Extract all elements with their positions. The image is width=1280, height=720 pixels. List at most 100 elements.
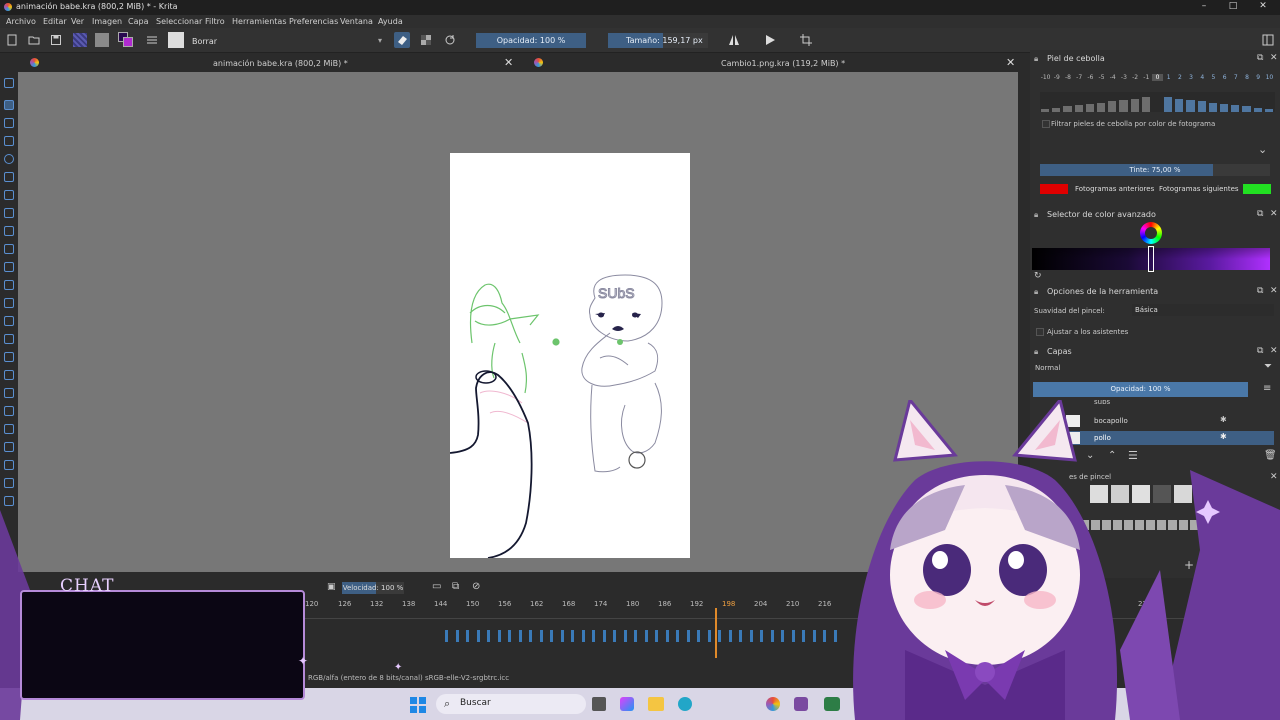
measure-tool-icon[interactable]: [4, 424, 14, 434]
brush-smoothing-select[interactable]: Básica: [1132, 304, 1274, 316]
file-explorer-icon[interactable]: [648, 697, 664, 711]
onion-frame-number[interactable]: -2: [1130, 74, 1141, 81]
selection-tool-icon[interactable]: [4, 460, 14, 470]
edge-browser-icon[interactable]: [678, 697, 692, 711]
playhead[interactable]: [715, 608, 717, 658]
keyframe[interactable]: [623, 630, 627, 642]
frame-number[interactable]: 192: [690, 600, 703, 608]
keyframe[interactable]: [802, 630, 805, 642]
krita-taskbar-icon[interactable]: [766, 697, 780, 711]
move-tool-icon[interactable]: [4, 298, 14, 308]
ellipse-tool-icon[interactable]: [4, 154, 14, 164]
menu-preferencias[interactable]: Preferencias: [289, 17, 338, 26]
close-docker-icon[interactable]: ✕: [1270, 53, 1278, 63]
blend-mode-select[interactable]: Normal: [1033, 362, 1258, 374]
onion-opacity-bar[interactable]: [1186, 99, 1195, 112]
mirror-vertical-icon[interactable]: [764, 34, 776, 46]
frame-number[interactable]: 132: [370, 600, 383, 608]
alpha-lock-icon[interactable]: [420, 34, 432, 46]
onion-opacity-bar[interactable]: [1085, 103, 1094, 112]
keyframe[interactable]: [812, 630, 816, 642]
menu-herramientas[interactable]: Herramientas: [232, 17, 287, 26]
freehand-path-tool-icon[interactable]: [4, 226, 14, 236]
onion-opacity-bar[interactable]: [1074, 105, 1083, 112]
keyframe[interactable]: [571, 630, 574, 642]
polygon-tool-icon[interactable]: [4, 172, 14, 182]
lock-icon[interactable]: 🔒︎: [1034, 210, 1038, 220]
keyframe[interactable]: [728, 630, 732, 642]
keyframe[interactable]: [539, 630, 543, 642]
keyframe[interactable]: [592, 630, 595, 642]
menu-seleccionar[interactable]: Seleccionar: [156, 17, 202, 26]
keyframe[interactable]: [466, 630, 469, 642]
keyframe[interactable]: [613, 630, 616, 642]
fill-tool-icon[interactable]: [4, 370, 14, 380]
onion-frame-number[interactable]: 6: [1219, 74, 1230, 81]
keyframe[interactable]: [770, 630, 774, 642]
snap-assistants-checkbox[interactable]: [1036, 328, 1044, 336]
onion-opacity-bar[interactable]: [1063, 106, 1072, 112]
minimize-button[interactable]: –: [1197, 1, 1211, 13]
keyframe[interactable]: [707, 630, 711, 642]
filter-icon[interactable]: ⏷: [1264, 361, 1272, 372]
onion-opacity-bars[interactable]: [1040, 92, 1275, 112]
keyframe[interactable]: [697, 630, 700, 642]
freehand-brush-tool-icon[interactable]: [4, 100, 14, 110]
keyframe[interactable]: [634, 630, 637, 642]
onion-opacity-bar[interactable]: [1108, 101, 1117, 112]
onion-frame-number[interactable]: 0: [1151, 74, 1164, 81]
filter-onion-checkbox[interactable]: [1042, 120, 1050, 128]
frame-number[interactable]: 210: [786, 600, 799, 608]
lock-icon[interactable]: 🔒︎: [1034, 287, 1038, 297]
onion-frame-number[interactable]: 5: [1208, 74, 1219, 81]
onion-opacity-bar[interactable]: [1119, 99, 1128, 112]
frame-number[interactable]: 174: [594, 600, 607, 608]
lock-icon[interactable]: 🔒︎: [1034, 347, 1038, 357]
frame-number[interactable]: 186: [658, 600, 671, 608]
copilot-icon[interactable]: [620, 697, 634, 711]
windows-start-icon[interactable]: [410, 697, 426, 713]
onion-frame-number[interactable]: 7: [1230, 74, 1241, 81]
keyframe[interactable]: [749, 630, 753, 642]
rectangle-tool-icon[interactable]: [4, 136, 14, 146]
line-tool-icon[interactable]: [4, 118, 14, 128]
onion-frame-number[interactable]: -3: [1118, 74, 1129, 81]
menu-imagen[interactable]: Imagen: [92, 17, 122, 26]
onion-opacity-bar[interactable]: [1175, 98, 1184, 112]
frame-number[interactable]: 156: [498, 600, 511, 608]
task-view-icon[interactable]: [592, 697, 606, 711]
menu-ver[interactable]: Ver: [71, 17, 84, 26]
keyframe[interactable]: [676, 630, 679, 642]
onion-frame-number[interactable]: -10: [1040, 74, 1051, 81]
tab-animacion-babe[interactable]: animación babe.kra (800,2 MiB) *: [213, 55, 348, 72]
keyframe[interactable]: [655, 630, 658, 642]
reset-color-icon[interactable]: ↻: [1034, 271, 1042, 281]
speed-slider[interactable]: Velocidad: 100 %: [342, 582, 404, 594]
onion-opacity-bar[interactable]: [1231, 105, 1240, 112]
smart-patch-tool-icon[interactable]: [4, 352, 14, 362]
frame-number[interactable]: 144: [434, 600, 447, 608]
layer-opacity-slider[interactable]: Opacidad: 100 %: [1033, 382, 1248, 397]
new-document-icon[interactable]: [6, 34, 18, 46]
delete-layer-icon[interactable]: 🗑︎: [1264, 450, 1277, 461]
keyframe[interactable]: [455, 630, 459, 642]
color-picker-tool-icon[interactable]: [4, 334, 14, 344]
brush-preset-thumb-icon[interactable]: [168, 32, 184, 48]
keyframe[interactable]: [560, 630, 564, 642]
float-docker-icon[interactable]: ⧉: [1257, 209, 1263, 219]
keyframe[interactable]: [529, 630, 532, 642]
onion-opacity-bar[interactable]: [1141, 97, 1150, 112]
onion-frame-number[interactable]: -6: [1085, 74, 1096, 81]
hue-ring[interactable]: [1140, 222, 1162, 244]
onion-opacity-bar[interactable]: [1164, 97, 1173, 112]
frame-number[interactable]: 150: [466, 600, 479, 608]
pattern-swatch-icon[interactable]: [95, 33, 109, 47]
gradient-swatch-icon[interactable]: [73, 33, 87, 47]
chevron-down-icon[interactable]: ⌄: [1258, 143, 1267, 156]
onion-frame-number[interactable]: 3: [1185, 74, 1196, 81]
keyframe[interactable]: [665, 630, 669, 642]
keyframe[interactable]: [739, 630, 742, 642]
lock-icon[interactable]: 🔒︎: [1034, 54, 1038, 64]
close-docker-icon[interactable]: ✕: [1270, 209, 1278, 219]
keyframe[interactable]: [497, 630, 501, 642]
